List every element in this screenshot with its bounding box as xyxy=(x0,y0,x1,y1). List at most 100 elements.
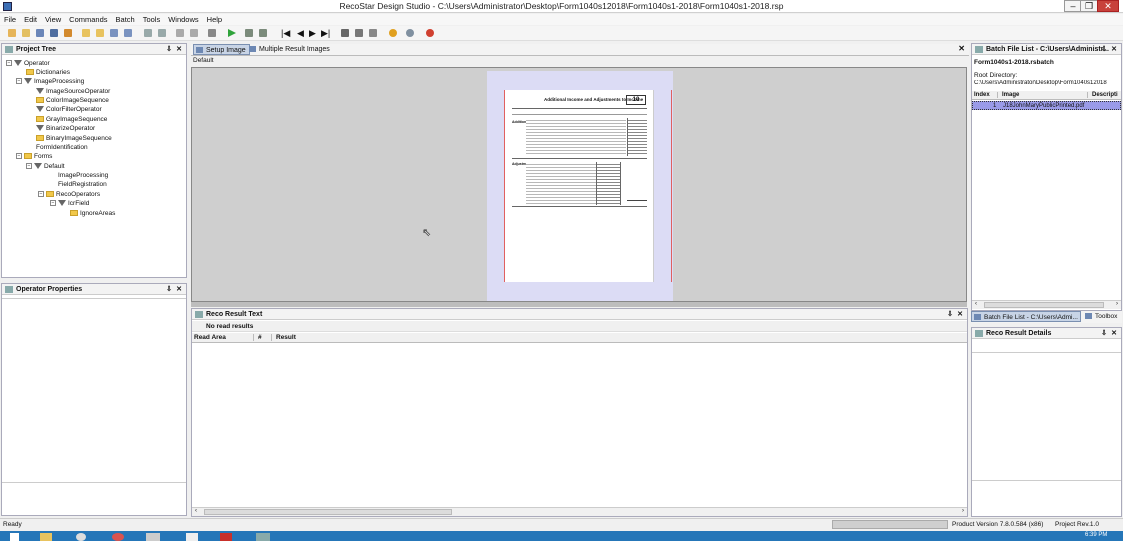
scroll-left-icon[interactable]: ‹ xyxy=(195,508,197,514)
close-button[interactable]: ✕ xyxy=(1097,0,1119,12)
collapse-icon[interactable]: − xyxy=(26,163,32,170)
pin-icon[interactable]: ⇩ xyxy=(166,44,172,55)
column-result[interactable]: Result xyxy=(276,334,296,341)
save-all-icon[interactable] xyxy=(50,29,58,37)
batch-scrollbar[interactable]: ‹ › xyxy=(972,300,1121,309)
previous-image-icon[interactable]: ◀ xyxy=(297,28,304,39)
pin-icon[interactable]: ⇩ xyxy=(1101,44,1107,55)
pdf-icon[interactable] xyxy=(220,533,232,541)
collapse-icon[interactable]: − xyxy=(38,191,44,198)
options-icon[interactable] xyxy=(406,29,414,37)
column-number[interactable]: # xyxy=(258,334,272,341)
menu-edit[interactable]: Edit xyxy=(20,14,41,25)
collapse-icon[interactable]: − xyxy=(16,78,22,85)
tree-node-forms[interactable]: − Forms xyxy=(16,152,52,161)
pin-icon[interactable]: ⇩ xyxy=(947,309,953,320)
start-icon[interactable] xyxy=(10,533,19,541)
folder-icon[interactable] xyxy=(82,29,90,37)
open-icon[interactable] xyxy=(22,29,30,37)
tree-node-imageprocessing[interactable]: − ImageProcessing xyxy=(16,77,84,86)
close-panel-icon[interactable]: ✕ xyxy=(176,44,182,55)
tree-node-colorfilteroperator[interactable]: ColorFilterOperator xyxy=(36,105,102,114)
image-icon[interactable] xyxy=(341,29,349,37)
scroll-right-icon[interactable]: › xyxy=(962,508,964,514)
settings-icon[interactable] xyxy=(208,29,216,37)
step-over-icon[interactable] xyxy=(259,29,267,37)
first-image-icon[interactable]: |◀ xyxy=(281,28,290,39)
tree-node-binaryimagesequence[interactable]: BinaryImageSequence xyxy=(36,134,112,143)
tree-node-imagesourceoperator[interactable]: ImageSourceOperator xyxy=(36,87,110,96)
tree-node-ignoreareas[interactable]: IgnoreAreas xyxy=(70,209,115,218)
settings-taskbar-icon[interactable] xyxy=(76,533,86,541)
tree-node-colorimagesequence[interactable]: ColorImageSequence xyxy=(36,96,109,105)
tree-node-binarizeoperator[interactable]: BinarizeOperator xyxy=(36,124,95,133)
paste-icon[interactable] xyxy=(124,29,132,37)
close-panel-icon[interactable]: ✕ xyxy=(1111,328,1117,339)
collapse-icon[interactable]: − xyxy=(6,60,12,67)
menu-help[interactable]: Help xyxy=(203,14,226,25)
redo-icon[interactable] xyxy=(158,29,166,37)
tree-node-formidentification[interactable]: FormIdentification xyxy=(36,143,88,152)
scrollbar-thumb[interactable] xyxy=(984,302,1104,308)
image-viewer[interactable]: Additional Income and Adjustments to Inc… xyxy=(191,67,967,302)
tab-toolbox[interactable]: Toolbox xyxy=(1083,311,1120,322)
menu-windows[interactable]: Windows xyxy=(164,14,202,25)
package-icon[interactable] xyxy=(64,29,72,37)
save-icon[interactable] xyxy=(36,29,44,37)
close-tab-icon[interactable]: ✕ xyxy=(958,44,965,53)
menu-commands[interactable]: Commands xyxy=(65,14,111,25)
menu-view[interactable]: View xyxy=(41,14,65,25)
collapse-icon[interactable]: − xyxy=(50,200,56,207)
scrollbar-thumb[interactable] xyxy=(204,509,452,515)
next-image-icon[interactable]: ▶ xyxy=(309,28,316,39)
scroll-left-icon[interactable]: ‹ xyxy=(975,301,977,307)
column-image[interactable]: Image xyxy=(1002,92,1088,98)
collapse-icon[interactable]: − xyxy=(16,153,22,160)
tree-node-icrfield[interactable]: − IcrField xyxy=(50,199,89,208)
step-icon[interactable] xyxy=(245,29,253,37)
tree-node-imageprocessing-sub[interactable]: ImageProcessing xyxy=(58,171,108,180)
copy-icon[interactable] xyxy=(110,29,118,37)
column-index[interactable]: Index xyxy=(974,92,998,98)
column-read-area[interactable]: Read Area xyxy=(194,334,254,341)
tree-node-dictionaries[interactable]: Dictionaries xyxy=(26,68,70,77)
horizontal-scrollbar[interactable]: ‹ › xyxy=(192,507,967,516)
zoom-fit-icon[interactable] xyxy=(355,29,363,37)
explorer-icon[interactable] xyxy=(40,533,52,541)
tree-node-grayimagesequence[interactable]: GrayImageSequence xyxy=(36,115,107,124)
scroll-right-icon[interactable]: › xyxy=(1116,301,1118,307)
menu-batch[interactable]: Batch xyxy=(112,14,139,25)
browser-icon[interactable] xyxy=(112,533,124,541)
menu-file[interactable]: File xyxy=(0,14,20,25)
tab-setup-image[interactable]: Setup Image xyxy=(193,44,250,55)
batch-row-selected[interactable]: 1 J18JohnMaryPublicPrinted.pdf xyxy=(972,101,1121,110)
tree-node-operator[interactable]: − Operator xyxy=(6,59,50,68)
close-panel-icon[interactable]: ✕ xyxy=(176,284,182,295)
light-icon[interactable] xyxy=(389,29,397,37)
run-icon[interactable] xyxy=(228,29,236,37)
maximize-button[interactable]: ❐ xyxy=(1080,0,1098,12)
notepad-icon[interactable] xyxy=(186,533,198,541)
splitter[interactable] xyxy=(191,302,967,307)
pin-icon[interactable]: ⇩ xyxy=(166,284,172,295)
column-description[interactable]: Descripti xyxy=(1092,92,1118,98)
close-panel-icon[interactable]: ✕ xyxy=(957,309,963,320)
tree-node-fieldregistration[interactable]: FieldRegistration xyxy=(58,180,107,189)
tab-multiple-result-images[interactable]: Multiple Result Images xyxy=(247,44,333,55)
tab-batch-file-list[interactable]: Batch File List - C:\Users\Admi... xyxy=(971,311,1081,322)
tree-node-default[interactable]: − Default xyxy=(26,162,65,171)
last-image-icon[interactable]: ▶| xyxy=(321,28,330,39)
app-taskbar-icon[interactable] xyxy=(146,533,160,541)
pin-icon[interactable]: ⇩ xyxy=(1101,328,1107,339)
new-project-icon[interactable] xyxy=(8,29,16,37)
zoom-icon[interactable] xyxy=(369,29,377,37)
menu-tools[interactable]: Tools xyxy=(139,14,165,25)
recostar-icon[interactable] xyxy=(256,533,270,541)
close-panel-icon[interactable]: ✕ xyxy=(1111,44,1117,55)
tree-node-recooperators[interactable]: − RecoOperators xyxy=(38,190,100,199)
help-icon[interactable] xyxy=(426,29,434,37)
undo-icon[interactable] xyxy=(144,29,152,37)
print-icon[interactable] xyxy=(176,29,184,37)
folder-open-icon[interactable] xyxy=(96,29,104,37)
preview-icon[interactable] xyxy=(190,29,198,37)
